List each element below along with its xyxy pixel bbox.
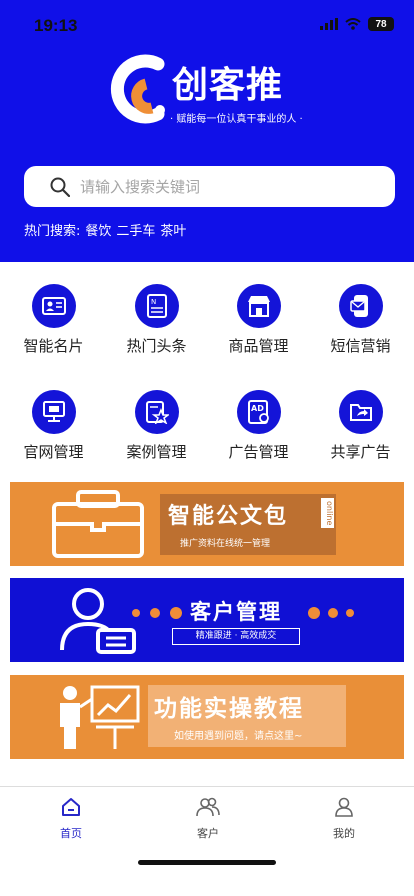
status-icons: 78 [320, 17, 394, 31]
hot-search-term[interactable]: 茶叶 [160, 220, 186, 239]
tab-customers[interactable]: 客户 [168, 797, 248, 841]
banner-subtitle: 推广资料在线统一管理 [180, 539, 271, 549]
profile-icon [335, 797, 353, 817]
feature-label: 商品管理 [228, 337, 289, 355]
business-card-icon [31, 284, 76, 328]
banner-title-box: 功能实操教程 如使用遇到问题，请点这里~ [148, 685, 346, 747]
brand-slogan: · 赋能每一位认真干事业的人 · [170, 114, 303, 125]
feature-sms[interactable]: 短信营销 [309, 284, 412, 356]
case-star-icon [134, 390, 179, 434]
svg-text:AD: AD [251, 404, 264, 413]
feature-products[interactable]: 商品管理 [207, 284, 310, 356]
decor-dot [346, 609, 354, 617]
banner-subtitle: 如使用遇到问题，请点这里~ [174, 731, 303, 742]
wifi-icon [345, 18, 361, 30]
feature-news[interactable]: N 热门头条 [105, 284, 208, 356]
search-placeholder: 请输入搜索关键词 [80, 178, 201, 196]
svg-text:N: N [151, 298, 156, 306]
feature-label: 智能名片 [23, 337, 84, 355]
feature-ads[interactable]: AD 广告管理 [207, 390, 310, 462]
decor-dot [170, 607, 182, 619]
banner-title: 智能公文包 [168, 504, 289, 529]
feature-label: 广告管理 [228, 443, 289, 461]
banner-customer[interactable]: 客户管理 精准跟进 · 高效成交 [10, 578, 404, 662]
tab-profile[interactable]: 我的 [304, 797, 384, 841]
shop-icon [236, 284, 281, 328]
ad-icon: AD [236, 390, 281, 434]
decor-dot [150, 608, 160, 618]
search-icon [50, 177, 70, 197]
brand-name: 创客推 [172, 65, 284, 106]
feature-shared-ads[interactable]: 共享广告 [309, 390, 412, 462]
hot-search-term[interactable]: 餐饮 [85, 220, 111, 239]
banner-tutorial[interactable]: 功能实操教程 如使用遇到问题，请点这里~ [10, 675, 404, 759]
customer-icon [60, 588, 136, 654]
monitor-icon [31, 390, 76, 434]
share-folder-icon [338, 390, 383, 434]
banner-title-box: 智能公文包 online 推广资料在线统一管理 [160, 494, 336, 555]
bottom-tab-bar: 首页 客户 我的 [0, 786, 414, 896]
feature-website[interactable]: 官网管理 [2, 390, 105, 462]
tab-label: 首页 [60, 827, 82, 840]
feature-label: 官网管理 [23, 443, 84, 461]
home-indicator [138, 860, 276, 865]
feature-label: 热门头条 [126, 337, 187, 355]
home-icon [62, 798, 80, 816]
decor-dot [328, 608, 338, 618]
news-icon: N [134, 284, 179, 328]
hot-search: 热门搜索: 餐饮 二手车 茶叶 [24, 220, 186, 239]
briefcase-icon [52, 490, 144, 558]
logo-c-icon [110, 54, 165, 124]
hot-search-label: 热门搜索: [24, 224, 81, 239]
tab-label: 客户 [197, 827, 219, 840]
banner-tag: online [321, 498, 334, 528]
banner-briefcase[interactable]: 智能公文包 online 推广资料在线统一管理 [10, 482, 404, 566]
battery-icon: 78 [368, 17, 394, 31]
feature-label: 共享广告 [330, 443, 391, 461]
teacher-icon [60, 685, 140, 749]
feature-label: 短信营销 [330, 337, 391, 355]
hot-search-term[interactable]: 二手车 [116, 220, 155, 239]
decor-dot [132, 609, 140, 617]
search-bar[interactable]: 请输入搜索关键词 [24, 166, 395, 207]
status-time: 19:13 [34, 16, 78, 35]
sms-icon [338, 284, 383, 328]
signal-icon [320, 18, 338, 30]
feature-business-card[interactable]: 智能名片 [2, 284, 105, 356]
hero-header: 19:13 78 创客推 · 赋能每一位认真干事业的人 · 请输入搜索关键词 热… [0, 0, 414, 262]
banner-subtitle: 精准跟进 · 高效成交 [172, 628, 300, 645]
feature-cases[interactable]: 案例管理 [105, 390, 208, 462]
tab-home[interactable]: 首页 [31, 797, 111, 841]
banner-title: 功能实操教程 [154, 696, 304, 722]
feature-label: 案例管理 [126, 443, 187, 461]
customers-icon [196, 797, 220, 817]
status-bar: 19:13 78 [0, 0, 414, 50]
decor-dot [308, 607, 320, 619]
tab-label: 我的 [333, 827, 355, 840]
banner-title: 客户管理 [190, 600, 282, 624]
app-logo: 创客推 · 赋能每一位认真干事业的人 · [108, 54, 308, 130]
